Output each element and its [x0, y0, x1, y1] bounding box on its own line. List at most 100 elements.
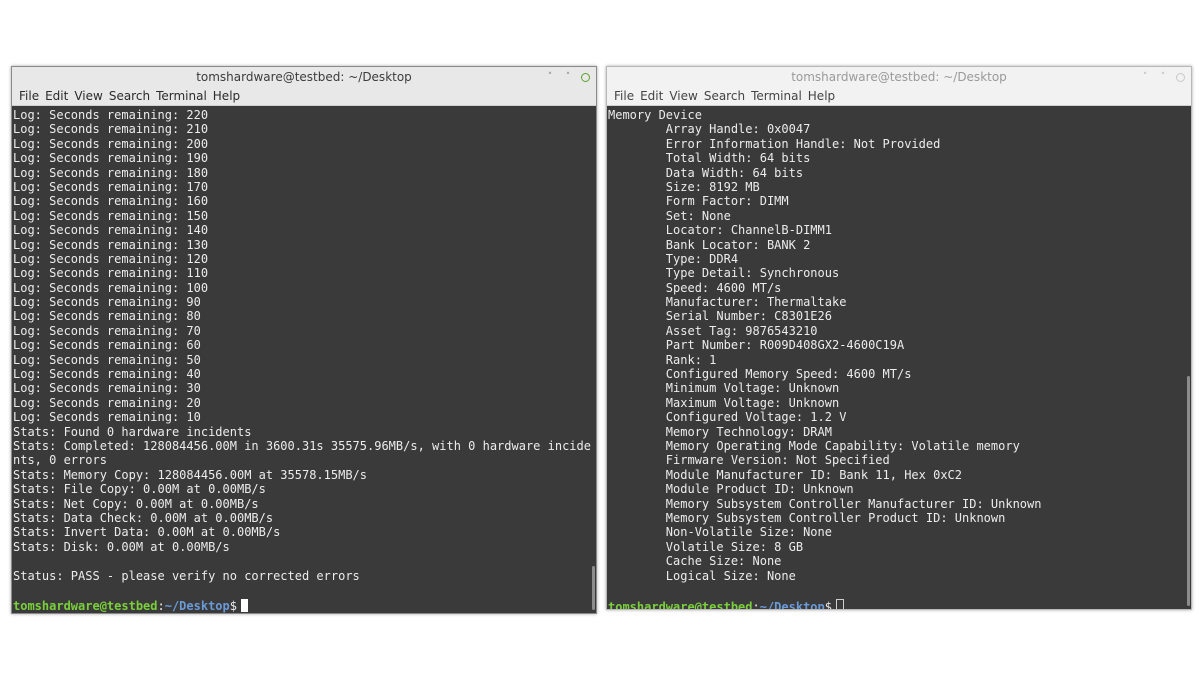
menu-file[interactable]: File [16, 87, 42, 105]
output-line: Log: Seconds remaining: 60 [13, 338, 201, 353]
output-line: Log: Seconds remaining: 40 [13, 367, 201, 382]
menu-bar: File Edit View Search Terminal Help [12, 87, 596, 106]
scrollbar[interactable] [592, 566, 595, 610]
output-line: Module Product ID: Unknown [608, 482, 854, 497]
output-line: Log: Seconds remaining: 190 [13, 151, 209, 166]
output-line: Log: Seconds remaining: 80 [13, 309, 201, 324]
output-line: Type Detail: Synchronous [608, 266, 840, 281]
output-line: Configured Voltage: 1.2 V [608, 410, 847, 425]
output-line: Log: Seconds remaining: 70 [13, 323, 201, 338]
output-line: Log: Seconds remaining: 200 [13, 136, 209, 151]
output-line: Stats: File Copy: 0.00M at 0.00MB/s [13, 482, 266, 497]
terminal-window-right[interactable]: tomshardware@testbed: ~/Desktop ˅ ˄ File… [606, 66, 1192, 610]
output-line: Bank Locator: BANK 2 [608, 237, 811, 252]
output-line: Status: PASS - please verify no correcte… [13, 568, 360, 583]
output-lines: Memory Device Array Handle: 0x0047 Error… [607, 106, 1191, 597]
output-line: Log: Seconds remaining: 140 [13, 223, 209, 238]
menu-terminal[interactable]: Terminal [153, 87, 210, 105]
shell-prompt[interactable]: tomshardware@testbed:~/Desktop$ [607, 597, 1191, 609]
output-line: Data Width: 64 bits [608, 165, 804, 180]
scrollbar[interactable] [1187, 376, 1190, 606]
output-line: Stats: Found 0 hardware incidents [13, 424, 252, 439]
output-line: Firmware Version: Not Specified [608, 453, 890, 468]
output-line: Configured Memory Speed: 4600 MT/s [608, 367, 912, 382]
output-line: Memory Technology: DRAM [608, 424, 832, 439]
menu-help[interactable]: Help [210, 87, 243, 105]
output-line: Maximum Voltage: Unknown [608, 395, 840, 410]
output-line: Stats: Disk: 0.00M at 0.00MB/s [13, 539, 230, 554]
prompt-user: tomshardware@testbed [608, 600, 753, 609]
output-line: Log: Seconds remaining: 210 [13, 122, 209, 137]
terminal-output[interactable]: Log: Seconds remaining: 220 Log: Seconds … [12, 106, 596, 613]
close-button[interactable] [1176, 72, 1185, 82]
menu-help[interactable]: Help [805, 87, 838, 105]
output-line: Array Handle: 0x0047 [608, 122, 811, 137]
prompt-separator: : [752, 600, 760, 609]
minimize-button[interactable]: ˅ [1140, 72, 1150, 82]
output-line: Log: Seconds remaining: 20 [13, 395, 201, 410]
output-line: Log: Seconds remaining: 30 [13, 381, 201, 396]
output-line: Set: None [608, 208, 731, 223]
output-line: Memory Operating Mode Capability: Volati… [608, 438, 1020, 453]
output-line: Log: Seconds remaining: 130 [13, 237, 209, 252]
prompt-user: tomshardware@testbed [13, 599, 158, 613]
output-line: Log: Seconds remaining: 180 [13, 165, 209, 180]
output-line: Type: DDR4 [608, 251, 739, 266]
text-cursor [836, 599, 844, 609]
output-line: Volatile Size: 8 GB [608, 539, 804, 554]
menu-view[interactable]: View [666, 87, 700, 105]
shell-prompt[interactable]: tomshardware@testbed:~/Desktop$ [12, 597, 596, 613]
output-line: Size: 8192 MB [608, 179, 760, 194]
output-line: Memory Subsystem Controller Product ID: … [608, 510, 1006, 525]
menu-bar: File Edit View Search Terminal Help [607, 87, 1191, 106]
menu-terminal[interactable]: Terminal [748, 87, 805, 105]
menu-edit[interactable]: Edit [42, 87, 71, 105]
output-line: Form Factor: DIMM [608, 194, 789, 209]
output-line: Non-Volatile Size: None [608, 525, 832, 540]
output-line: Logical Size: None [608, 568, 796, 583]
output-line: Locator: ChannelB-DIMM1 [608, 223, 832, 238]
output-line: Log: Seconds remaining: 110 [13, 266, 209, 281]
window-title: tomshardware@testbed: ~/Desktop [196, 70, 412, 84]
text-cursor [241, 599, 248, 613]
minimize-button[interactable]: ˅ [545, 72, 555, 82]
menu-edit[interactable]: Edit [637, 87, 666, 105]
output-line: Log: Seconds remaining: 10 [13, 410, 201, 425]
output-line: Stats: Net Copy: 0.00M at 0.00MB/s [13, 496, 259, 511]
output-line: Memory Device [608, 108, 702, 122]
menu-search[interactable]: Search [701, 87, 748, 105]
output-line: Memory Subsystem Controller Manufacturer… [608, 496, 1042, 511]
maximize-button[interactable]: ˄ [1158, 72, 1168, 82]
output-line: Serial Number: C8301E26 [608, 309, 832, 324]
maximize-button[interactable]: ˄ [563, 72, 573, 82]
prompt-symbol: $ [824, 600, 832, 609]
output-lines: Log: Seconds remaining: 220 Log: Seconds … [12, 106, 596, 597]
output-line: Manufacturer: Thermaltake [608, 295, 847, 310]
menu-view[interactable]: View [71, 87, 105, 105]
output-line: Log: Seconds remaining: 150 [13, 208, 209, 223]
menu-file[interactable]: File [611, 87, 637, 105]
output-line: Log: Seconds remaining: 220 [13, 108, 209, 122]
output-line: Stats: Data Check: 0.00M at 0.00MB/s [13, 510, 274, 525]
prompt-path: ~/Desktop [759, 600, 825, 609]
menu-search[interactable]: Search [106, 87, 153, 105]
title-bar[interactable]: tomshardware@testbed: ~/Desktop ˅ ˄ [12, 67, 596, 87]
close-button[interactable] [581, 72, 590, 82]
prompt-separator: : [157, 599, 165, 613]
output-line: Stats: Completed: 128084456.00M in 3600.… [13, 438, 591, 453]
output-line: Part Number: R009D408GX2-4600C19A [608, 338, 905, 353]
output-line: Log: Seconds remaining: 170 [13, 179, 209, 194]
title-bar[interactable]: tomshardware@testbed: ~/Desktop ˅ ˄ [607, 67, 1191, 87]
output-line: Log: Seconds remaining: 160 [13, 194, 209, 209]
output-line: Log: Seconds remaining: 90 [13, 295, 201, 310]
output-line: Log: Seconds remaining: 120 [13, 251, 209, 266]
output-line: Cache Size: None [608, 554, 782, 569]
output-line: Error Information Handle: Not Provided [608, 136, 941, 151]
output-line: Rank: 1 [608, 352, 717, 367]
terminal-window-left[interactable]: tomshardware@testbed: ~/Desktop ˅ ˄ File… [11, 66, 597, 614]
window-title: tomshardware@testbed: ~/Desktop [791, 70, 1007, 84]
terminal-output[interactable]: Memory Device Array Handle: 0x0047 Error… [607, 106, 1191, 609]
